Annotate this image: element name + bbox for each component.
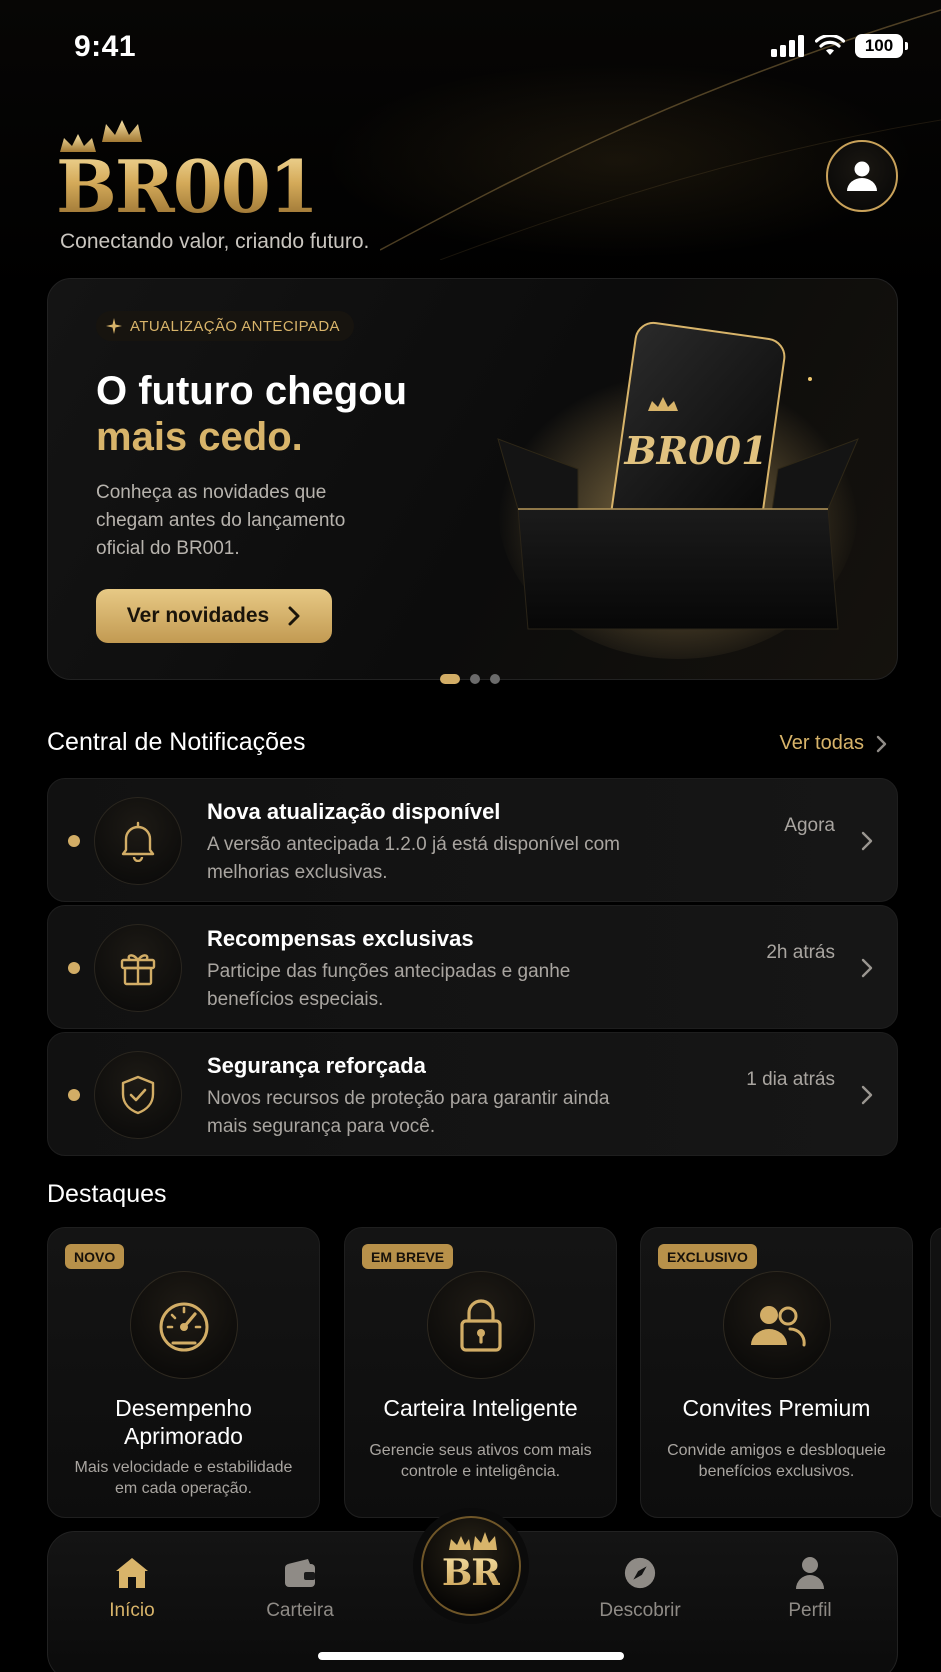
card-badge: NOVO (65, 1244, 125, 1269)
notification-icon-wrap (94, 797, 182, 885)
see-news-label: Ver novidades (126, 604, 270, 627)
svg-text:BR001: BR001 (623, 428, 767, 473)
carousel-dot-2[interactable] (470, 674, 480, 684)
notification-title: Segurança reforçada (207, 1053, 426, 1078)
unread-dot (68, 1089, 80, 1101)
tab-descobrir[interactable]: Descobrir (580, 1556, 700, 1622)
bell-icon (121, 821, 155, 862)
notification-description: Participe das funções antecipadas e ganh… (207, 961, 571, 1010)
card-description: Mais velocidade e estabilidade em cada o… (74, 1459, 293, 1497)
card-description: Gerencie seus ativos com mais controle e… (369, 1442, 592, 1480)
notification-time: 1 dia atrás (746, 1069, 835, 1090)
center-br-label: BR (441, 1552, 501, 1594)
user-icon (847, 161, 877, 191)
see-all-link[interactable]: Ver todas (779, 732, 887, 755)
chevron-right-icon (861, 831, 873, 851)
card-title: Desempenho Aprimorado (115, 1395, 252, 1449)
notification-title: Recompensas exclusivas (207, 926, 474, 951)
tab-inicio[interactable]: Início (72, 1556, 192, 1622)
highlight-card[interactable]: EXCLUSIVO Convites Premium Convide amigo… (640, 1227, 913, 1518)
highlight-card[interactable]: NOVO Desempenho Aprimorado Mais velocida… (47, 1227, 320, 1518)
carousel-dot-1[interactable] (440, 674, 460, 684)
notification-icon-wrap (94, 1051, 182, 1139)
compass-icon (624, 1557, 656, 1589)
hero-chip: ATUALIZAÇÃO ANTECIPADA (96, 311, 354, 341)
notification-item[interactable]: Recompensas exclusivas Participe das fun… (47, 905, 898, 1029)
notification-item[interactable]: Segurança reforçada Novos recursos de pr… (47, 1032, 898, 1156)
carousel-indicator[interactable] (440, 674, 500, 684)
tab-carteira[interactable]: Carteira (240, 1556, 360, 1622)
chevron-right-icon (861, 958, 873, 978)
home-indicator[interactable] (318, 1652, 624, 1660)
highlight-card-next[interactable] (930, 1227, 941, 1518)
home-icon (116, 1558, 148, 1588)
tab-label: Carteira (266, 1600, 334, 1621)
center-br-button[interactable]: BR (421, 1516, 521, 1616)
chevron-right-icon (288, 606, 300, 626)
card-badge: EXCLUSIVO (658, 1244, 757, 1269)
tab-label: Descobrir (599, 1600, 681, 1621)
card-icon-wrap (427, 1271, 535, 1379)
status-bar: 9:41 100 (0, 0, 941, 96)
notification-time: Agora (784, 815, 835, 836)
card-title: Carteira Inteligente (383, 1395, 578, 1421)
carousel-dot-3[interactable] (490, 674, 500, 684)
notification-item[interactable]: Nova atualização disponível A versão ant… (47, 778, 898, 902)
profile-avatar-button[interactable] (826, 140, 898, 212)
hero-banner[interactable]: ATUALIZAÇÃO ANTECIPADA O futuro chegou m… (47, 278, 898, 680)
chevron-right-icon (861, 1085, 873, 1105)
notification-description: A versão antecipada 1.2.0 já está dispon… (207, 834, 620, 883)
highlight-card[interactable]: EM BREVE Carteira Inteligente Gerencie s… (344, 1227, 617, 1518)
gift-icon (120, 954, 156, 986)
card-description: Convide amigos e desbloqueie benefícios … (667, 1442, 886, 1480)
status-time: 9:41 (74, 30, 137, 63)
speedometer-icon (159, 1302, 209, 1352)
unread-dot (68, 835, 80, 847)
logo-wordmark: BR001 (56, 144, 319, 229)
hero-title: O futuro chegou (96, 369, 408, 413)
highlights-section-title: Destaques (47, 1180, 167, 1208)
notification-description: Novos recursos de proteção para garantir… (207, 1088, 610, 1137)
tab-perfil[interactable]: Perfil (750, 1556, 870, 1622)
wifi-icon (815, 35, 845, 55)
hero-title-highlight: mais cedo. (96, 415, 303, 459)
card-icon-wrap (723, 1271, 831, 1379)
signal-icon (771, 35, 804, 57)
unread-dot (68, 962, 80, 974)
battery-indicator: 100 (855, 34, 908, 58)
card-badge: EM BREVE (362, 1244, 454, 1269)
brand-logo: BR001 (56, 112, 319, 229)
status-icons: 100 (771, 34, 908, 58)
see-all-label: Ver todas (779, 732, 864, 754)
lock-icon (460, 1299, 502, 1352)
person-icon (796, 1557, 824, 1589)
tab-label: Perfil (788, 1600, 832, 1621)
notification-title: Nova atualização disponível (207, 799, 501, 824)
hero-description: Conheça as novidades que chegam antes do… (96, 482, 346, 559)
wallet-icon (285, 1559, 315, 1587)
card-icon-wrap (130, 1271, 238, 1379)
tagline: Conectando valor, criando futuro. (60, 230, 370, 253)
users-icon (751, 1306, 806, 1347)
shield-check-icon (121, 1075, 155, 1115)
gift-box-illustration: BR001 (497, 321, 859, 659)
card-title: Convites Premium (682, 1395, 871, 1421)
notification-icon-wrap (94, 924, 182, 1012)
hero-chip-label: ATUALIZAÇÃO ANTECIPADA (130, 317, 340, 335)
notifications-section-title: Central de Notificações (47, 728, 306, 756)
crown-icon (449, 1532, 497, 1550)
chevron-right-icon (876, 735, 887, 752)
sparkle-icon (106, 318, 122, 334)
tab-label: Início (109, 1600, 155, 1621)
see-news-button[interactable]: Ver novidades (96, 589, 332, 643)
notification-time: 2h atrás (766, 942, 835, 963)
